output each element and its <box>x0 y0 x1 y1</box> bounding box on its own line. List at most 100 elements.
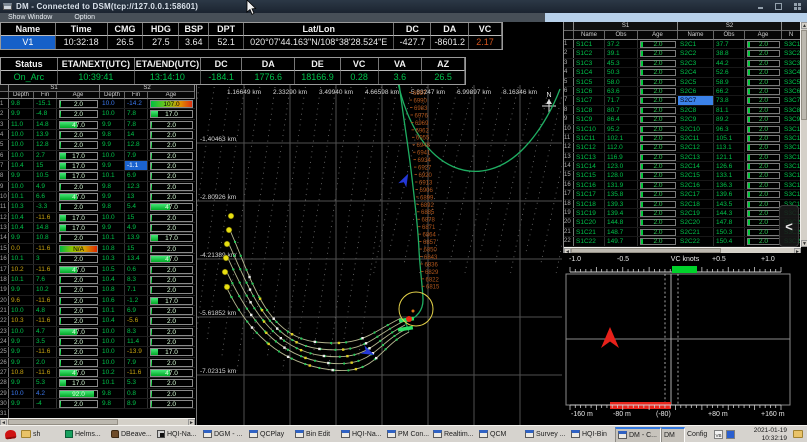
fin-cell: 4.7 <box>34 327 57 336</box>
age-bar: 2.0 <box>640 88 676 95</box>
table-row[interactable]: 9S1C986.42.0S2C989.22.0S3C9 <box>564 115 807 124</box>
table-row[interactable]: 309.9-42.09.88.92.0 <box>0 399 195 409</box>
table-row[interactable]: 3S1C345.32.0S2C344.22.0S3C3 <box>564 59 807 68</box>
scroll-left-arrow[interactable]: ◄ <box>564 248 571 253</box>
taskbar-item[interactable]: HQI-Na... <box>155 427 201 442</box>
table-row[interactable]: 149.910.82.010.113.917.0 <box>0 233 195 243</box>
table-row[interactable]: 1210.4-11.617.010.0152.0 <box>0 213 195 223</box>
taskbar-item[interactable]: DBeave... <box>109 427 155 442</box>
scroll-up-arrow[interactable]: ▲ <box>801 22 807 29</box>
table-row[interactable]: 10S1C1095.22.0S2C1096.32.0S3C10 <box>564 125 807 134</box>
table-row[interactable]: 4S1C450.32.0S2C452.62.0S3C4 <box>564 68 807 77</box>
tray-app-icon[interactable] <box>726 430 735 439</box>
compass-vscrollbar[interactable]: ▲▼ <box>800 22 807 247</box>
table-row[interactable]: 5S1C558.02.0S2C558.92.0S3C5 <box>564 78 807 87</box>
table-row[interactable]: 12S1C12112.02.0S2C12113.12.0S3C12 <box>564 143 807 152</box>
table-row[interactable]: 21S1C21148.72.0S2C21150.32.0S3C21 <box>564 228 807 237</box>
taskbar-item[interactable]: DM - C... <box>615 427 661 442</box>
table-row[interactable]: 1710.2-11.647.010.50.62.0 <box>0 265 195 275</box>
row-number: 13 <box>564 153 574 161</box>
taskbar-item[interactable]: QCM <box>477 427 523 442</box>
taskbar-item[interactable]: Config <box>685 427 712 442</box>
table-row[interactable]: 510.012.82.09.912.82.0 <box>0 140 195 150</box>
table-row[interactable]: 610.02.717.010.07.92.0 <box>0 151 195 161</box>
table-row[interactable]: 17S1C17135.82.0S2C17139.62.0S3C17 <box>564 190 807 199</box>
table-row[interactable]: On_Arc10:39:4113:14:10-184.11776.618166.… <box>1 71 465 84</box>
table-row[interactable]: 259.9-11.62.010.0-13.917.0 <box>0 347 195 357</box>
taskbar-item[interactable]: DM <box>661 427 685 442</box>
table-row[interactable]: 1010.16.647.09.9132.0 <box>0 192 195 202</box>
table-row[interactable]: 199.910.22.010.87.12.0 <box>0 285 195 295</box>
table-row[interactable]: 11S1C11102.12.0S2C11105.12.0S3C11 <box>564 134 807 143</box>
table-row[interactable]: 13S1C13116.92.0S2C13121.12.0S3C13 <box>564 153 807 162</box>
title-bar[interactable]: DM - Connected to DSM(tcp://127.0.0.1:58… <box>0 0 807 13</box>
map-panel[interactable]: 1.16649 km2.33290 km3.49940 km4.66598 km… <box>196 85 562 425</box>
taskbar-item-label: HQI-Na... <box>352 431 382 438</box>
compass-hscrollbar[interactable]: ◄► <box>564 247 801 253</box>
scroll-down-arrow[interactable]: ▼ <box>801 240 807 247</box>
table-row[interactable]: 29.9-4.82.010.07.817.0 <box>0 109 195 119</box>
table-row[interactable]: 289.95.317.010.15.32.0 <box>0 378 195 388</box>
window-menu-button[interactable] <box>794 3 801 10</box>
table-row[interactable]: 8S1C880.72.0S2C881.12.0S3C8 <box>564 106 807 115</box>
table-row[interactable]: 209.6-11.62.010.6-1.217.0 <box>0 296 195 306</box>
taskbar-item[interactable]: QCPlay <box>247 427 293 442</box>
table-row[interactable]: 249.93.52.010.011.42.0 <box>0 337 195 347</box>
table-row[interactable]: 89.910.517.010.16.92.0 <box>0 171 195 181</box>
table-row[interactable]: 2910.04.292.09.80.82.0 <box>0 389 195 399</box>
taskbar-item[interactable]: DGM - ... <box>201 427 247 442</box>
table-row[interactable]: 410.013.92.09.8142.0 <box>0 130 195 140</box>
taskbar-item[interactable]: HQI-Bin <box>569 427 615 442</box>
table-row[interactable]: 150.0-11.6N/A10.8152.0 <box>0 244 195 254</box>
table-row[interactable]: 1610.132.010.313.447.0 <box>0 254 195 264</box>
map-canvas[interactable]: 1.16649 km2.33290 km3.49940 km4.66598 km… <box>197 85 562 425</box>
depth-hscrollbar[interactable]: ◄► <box>0 418 195 425</box>
table-row[interactable]: 19S1C19139.42.0S2C19144.32.0S3C19 <box>564 209 807 218</box>
scroll-right-arrow[interactable]: ► <box>794 248 801 253</box>
table-row[interactable]: 16S1C16131.92.0S2C16136.32.0S3C16 <box>564 181 807 190</box>
menu-show-window[interactable]: Show Window <box>8 14 52 21</box>
compass-obs-cell: 39.1 <box>605 49 638 57</box>
table-row[interactable]: 1S1C137.22.0S2C137.72.0S3C1 <box>564 40 807 49</box>
compass-name-cell: S2C9 <box>678 115 714 123</box>
taskbar-item[interactable]: Helms... <box>63 427 109 442</box>
tray-vb-icon[interactable]: VB <box>714 430 723 439</box>
table-row[interactable]: 2110.04.82.010.16.92.0 <box>0 306 195 316</box>
minimize-button[interactable] <box>758 3 763 9</box>
taskbar-item[interactable]: HQI-Na... <box>339 427 385 442</box>
table-row[interactable]: 269.92.02.010.07.92.0 <box>0 358 195 368</box>
taskbar-item[interactable]: Realtim... <box>431 427 477 442</box>
menu-option[interactable]: Option <box>74 14 95 21</box>
taskbar-item[interactable] <box>3 427 19 442</box>
taskbar-item[interactable]: PM Con... <box>385 427 431 442</box>
table-row[interactable]: 1810.17.62.010.48.32.0 <box>0 275 195 285</box>
table-row[interactable]: 710.41517.09.9-1.12.0 <box>0 161 195 171</box>
table-row[interactable]: 1110.3-3.32.09.85.447.0 <box>0 202 195 212</box>
table-row[interactable]: 20S1C20144.82.0S2C20147.82.0S3C20 <box>564 218 807 227</box>
table-row[interactable]: 2310.04.747.010.08.32.0 <box>0 327 195 337</box>
table-row[interactable]: 2210.3-11.62.010.4-5.62.0 <box>0 316 195 326</box>
table-row[interactable]: 2S1C239.12.0S2C238.82.0S3C2 <box>564 49 807 58</box>
table-row[interactable]: 22S1C22149.72.0S2C22150.42.0S3C22 <box>564 237 807 246</box>
taskbar-item[interactable]: Survey ... <box>523 427 569 442</box>
taskbar-item[interactable]: sh <box>19 427 63 442</box>
table-row[interactable]: 7S1C771.72.0S2C773.82.0S3C7 <box>564 96 807 105</box>
taskbar-item[interactable]: Bin Edit <box>293 427 339 442</box>
table-row[interactable]: 15S1C15128.02.0S2C15133.12.0S3C15 <box>564 171 807 180</box>
scroll-thumb[interactable] <box>801 30 807 120</box>
maximize-button[interactable] <box>775 3 782 10</box>
age-bar: 2.0 <box>150 400 193 408</box>
table-row[interactable]: 1310.414.817.09.94.92.0 <box>0 223 195 233</box>
table-row[interactable]: V110:32:1826.527.53.6452.1020°07'44.163"… <box>1 36 502 49</box>
table-row[interactable]: 910.04.92.09.812.32.0 <box>0 182 195 192</box>
table-row[interactable]: 6S1C663.62.0S2C666.22.0S3C6 <box>564 87 807 96</box>
table-row[interactable]: 311.014.847.09.97.82.0 <box>0 120 195 130</box>
table-row[interactable]: 2710.8-11.647.010.2-11.647.0 <box>0 368 195 378</box>
tray-folder-icon[interactable] <box>793 430 803 438</box>
table-row[interactable]: 19.8-15.12.010.0-14.2107.0 <box>0 99 195 109</box>
collapse-panel-button[interactable]: < <box>779 205 799 247</box>
table-row[interactable]: 14S1C14123.02.0S2C14126.62.0S3C14 <box>564 162 807 171</box>
compass-name-cell: S1C9 <box>574 115 605 123</box>
scroll-thumb[interactable] <box>571 248 721 253</box>
table-row[interactable]: 18S1C18139.32.0S2C18143.52.0S3C18 <box>564 200 807 209</box>
